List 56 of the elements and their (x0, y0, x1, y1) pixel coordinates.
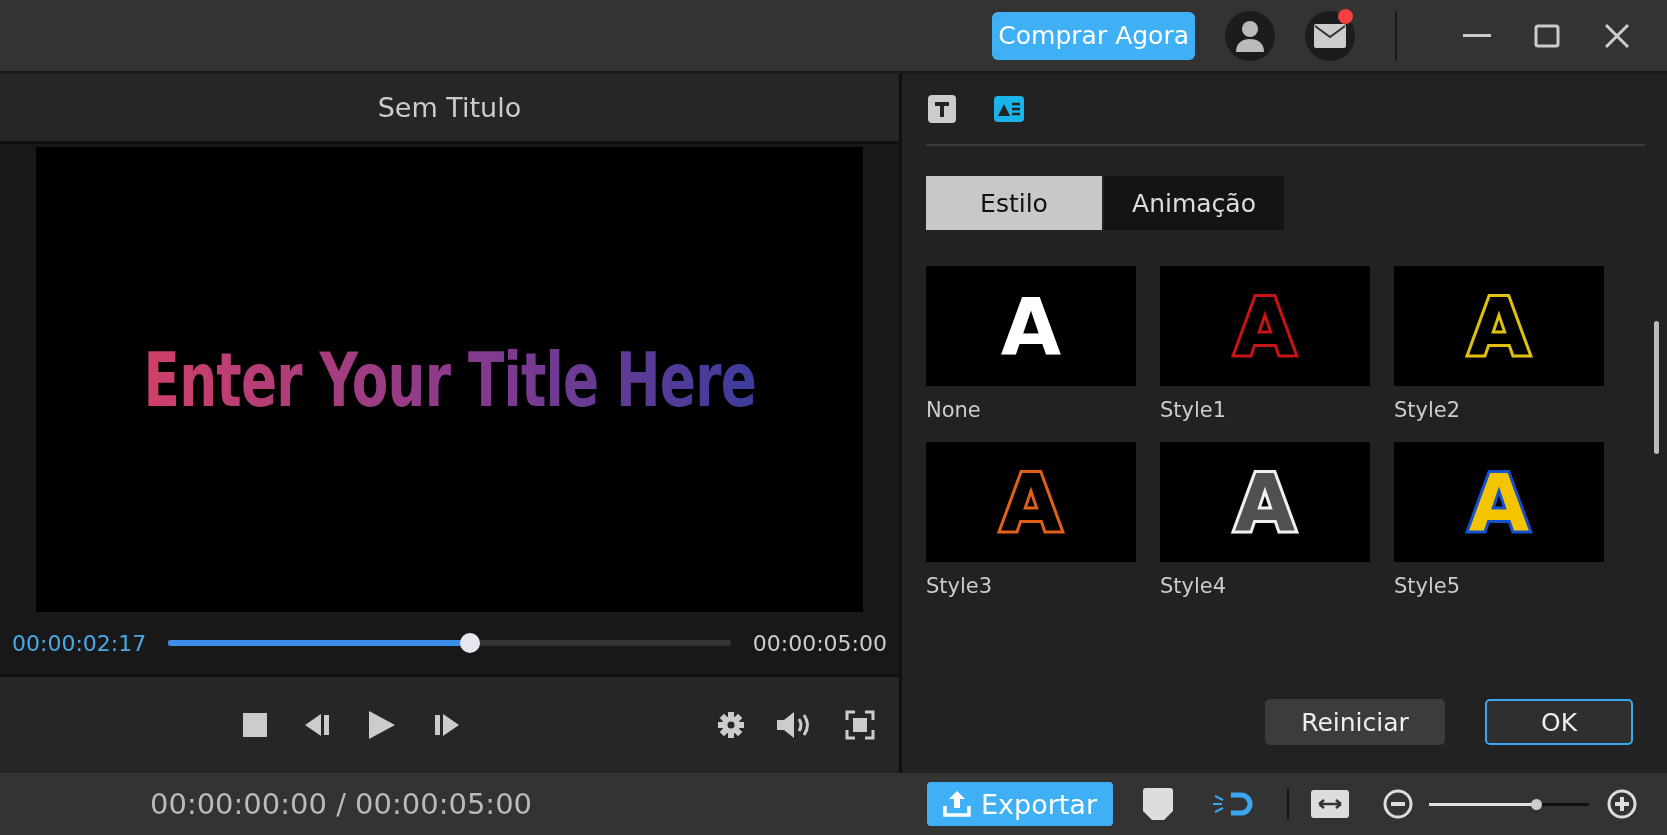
current-time: 00:00:02:17 (12, 630, 147, 656)
magnet-button[interactable] (1213, 792, 1253, 816)
style-thumbnail[interactable]: A (1394, 266, 1604, 386)
zoom-out-icon (1383, 789, 1413, 819)
zoom-in-button[interactable] (1607, 789, 1637, 819)
upload-icon (942, 791, 971, 817)
tab[interactable]: Animação (1104, 176, 1284, 230)
zoom-out-button[interactable] (1383, 789, 1413, 819)
style-thumbnail[interactable]: A (1160, 266, 1370, 386)
previous-frame-button[interactable] (305, 714, 331, 736)
style-tab[interactable] (994, 96, 1024, 122)
user-icon (1235, 19, 1265, 52)
style-thumbnail[interactable]: A (926, 266, 1136, 386)
style-label: None (926, 398, 982, 422)
play-icon (369, 711, 395, 739)
style-label: Style5 (1394, 574, 1462, 598)
step-forward-icon (433, 714, 459, 736)
style-thumbnail[interactable]: A (926, 442, 1136, 562)
play-button[interactable] (369, 711, 395, 739)
style-label: Style1 (1160, 398, 1228, 422)
stop-icon (243, 713, 267, 737)
envelope-icon (1314, 23, 1346, 48)
style-label: Style2 (1394, 398, 1462, 422)
mail-button[interactable] (1305, 10, 1355, 61)
style-preview-letter: A (1000, 286, 1062, 366)
fullscreen-icon (845, 710, 875, 740)
text-box-icon (928, 95, 956, 123)
next-frame-button[interactable] (433, 714, 459, 736)
image-text-icon (994, 96, 1024, 122)
project-title: Sem Titulo (0, 74, 899, 144)
step-back-icon (305, 714, 331, 736)
fit-button[interactable] (1311, 790, 1349, 818)
scrollbar[interactable] (1654, 321, 1659, 454)
minimize-icon (1463, 33, 1491, 38)
fit-width-icon (1311, 790, 1349, 818)
style-preview-letter: A (1468, 462, 1530, 542)
style-preview-letter: A (1234, 462, 1296, 542)
style-label: Style4 (1160, 574, 1228, 598)
marker-icon (1143, 788, 1173, 820)
reset-button[interactable]: Reiniciar (1265, 699, 1445, 745)
zoom-in-icon (1607, 789, 1637, 819)
ok-button[interactable]: OK (1485, 699, 1633, 745)
tab[interactable]: Estilo (926, 176, 1102, 230)
total-time: 00:00:05:00 (752, 630, 887, 656)
close-icon (1604, 22, 1630, 49)
timeline-timecode: 00:00:00:00 / 00:00:05:00 (150, 787, 533, 821)
account-button[interactable] (1225, 10, 1275, 61)
text-tab[interactable] (928, 95, 956, 123)
marker-button[interactable] (1143, 788, 1173, 820)
style-thumbnail[interactable]: A (1394, 442, 1604, 562)
magnet-icon (1213, 792, 1253, 816)
zoom-handle[interactable] (1531, 798, 1543, 810)
fullscreen-button[interactable] (845, 710, 875, 740)
progress-handle[interactable] (459, 633, 480, 653)
style-label: Style3 (926, 574, 994, 598)
maximize-icon (1534, 23, 1560, 48)
